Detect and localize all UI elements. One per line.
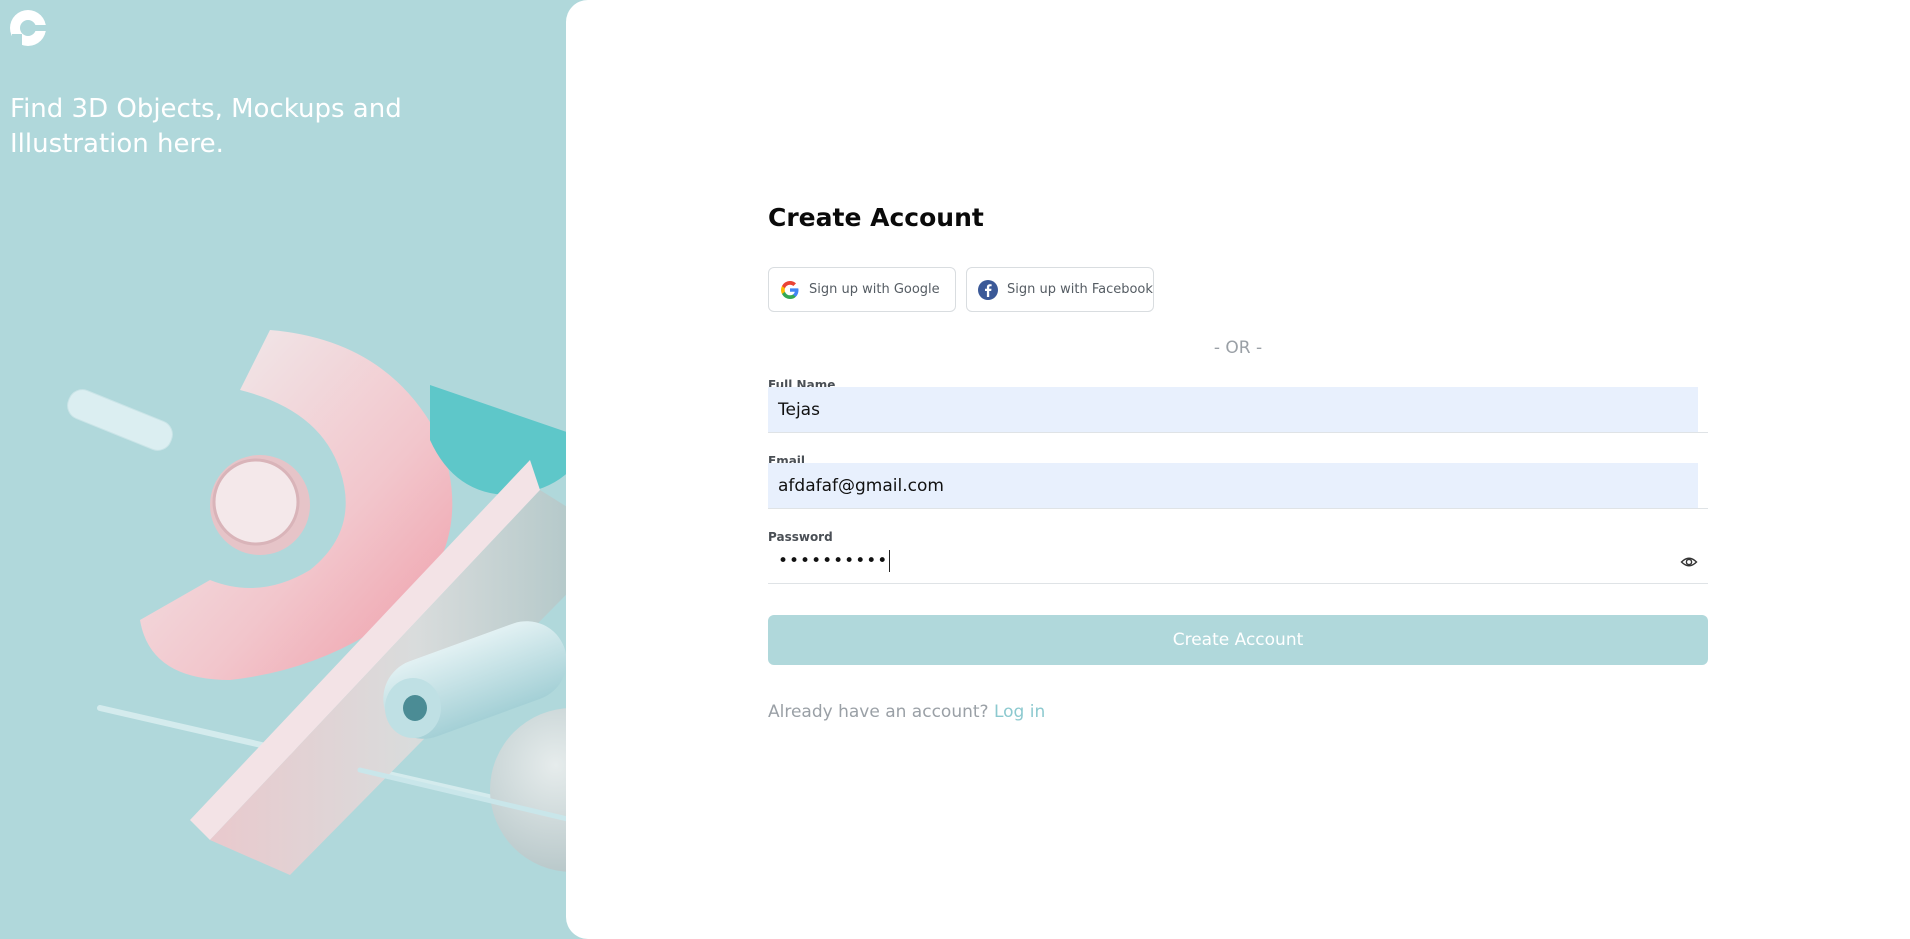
password-field[interactable]: •••••••••• (768, 539, 1708, 584)
create-account-button[interactable]: Create Account (768, 615, 1708, 665)
or-separator: - OR - (1213, 338, 1263, 358)
autofill-background (768, 387, 1698, 432)
facebook-icon (977, 279, 999, 301)
left-panel: Find 3D Objects, Mockups and Illustratio… (0, 0, 723, 939)
page-title: Create Account (768, 203, 984, 232)
google-signup-button[interactable]: Sign up with Google (768, 267, 956, 312)
password-dots: •••••••••• (778, 551, 889, 571)
login-link[interactable]: Log in (994, 702, 1045, 722)
eye-icon[interactable] (1680, 553, 1698, 571)
email-value[interactable]: afdafaf@gmail.com (778, 476, 944, 496)
full-name-value[interactable]: Tejas (778, 400, 820, 420)
login-prompt: Already have an account? Log in (768, 702, 1045, 722)
facebook-signup-button[interactable]: Sign up with Facebook (966, 267, 1154, 312)
text-caret (889, 550, 891, 572)
email-field[interactable]: afdafaf@gmail.com (768, 463, 1708, 509)
full-name-field[interactable]: Tejas (768, 387, 1708, 433)
login-prompt-text: Already have an account? (768, 702, 989, 722)
facebook-signup-label: Sign up with Facebook (1007, 282, 1153, 297)
brand-logo-icon[interactable] (8, 8, 48, 48)
brand-tagline: Find 3D Objects, Mockups and Illustratio… (10, 94, 402, 159)
password-value[interactable]: •••••••••• (778, 550, 891, 572)
google-signup-label: Sign up with Google (809, 282, 940, 297)
google-icon (779, 279, 801, 301)
